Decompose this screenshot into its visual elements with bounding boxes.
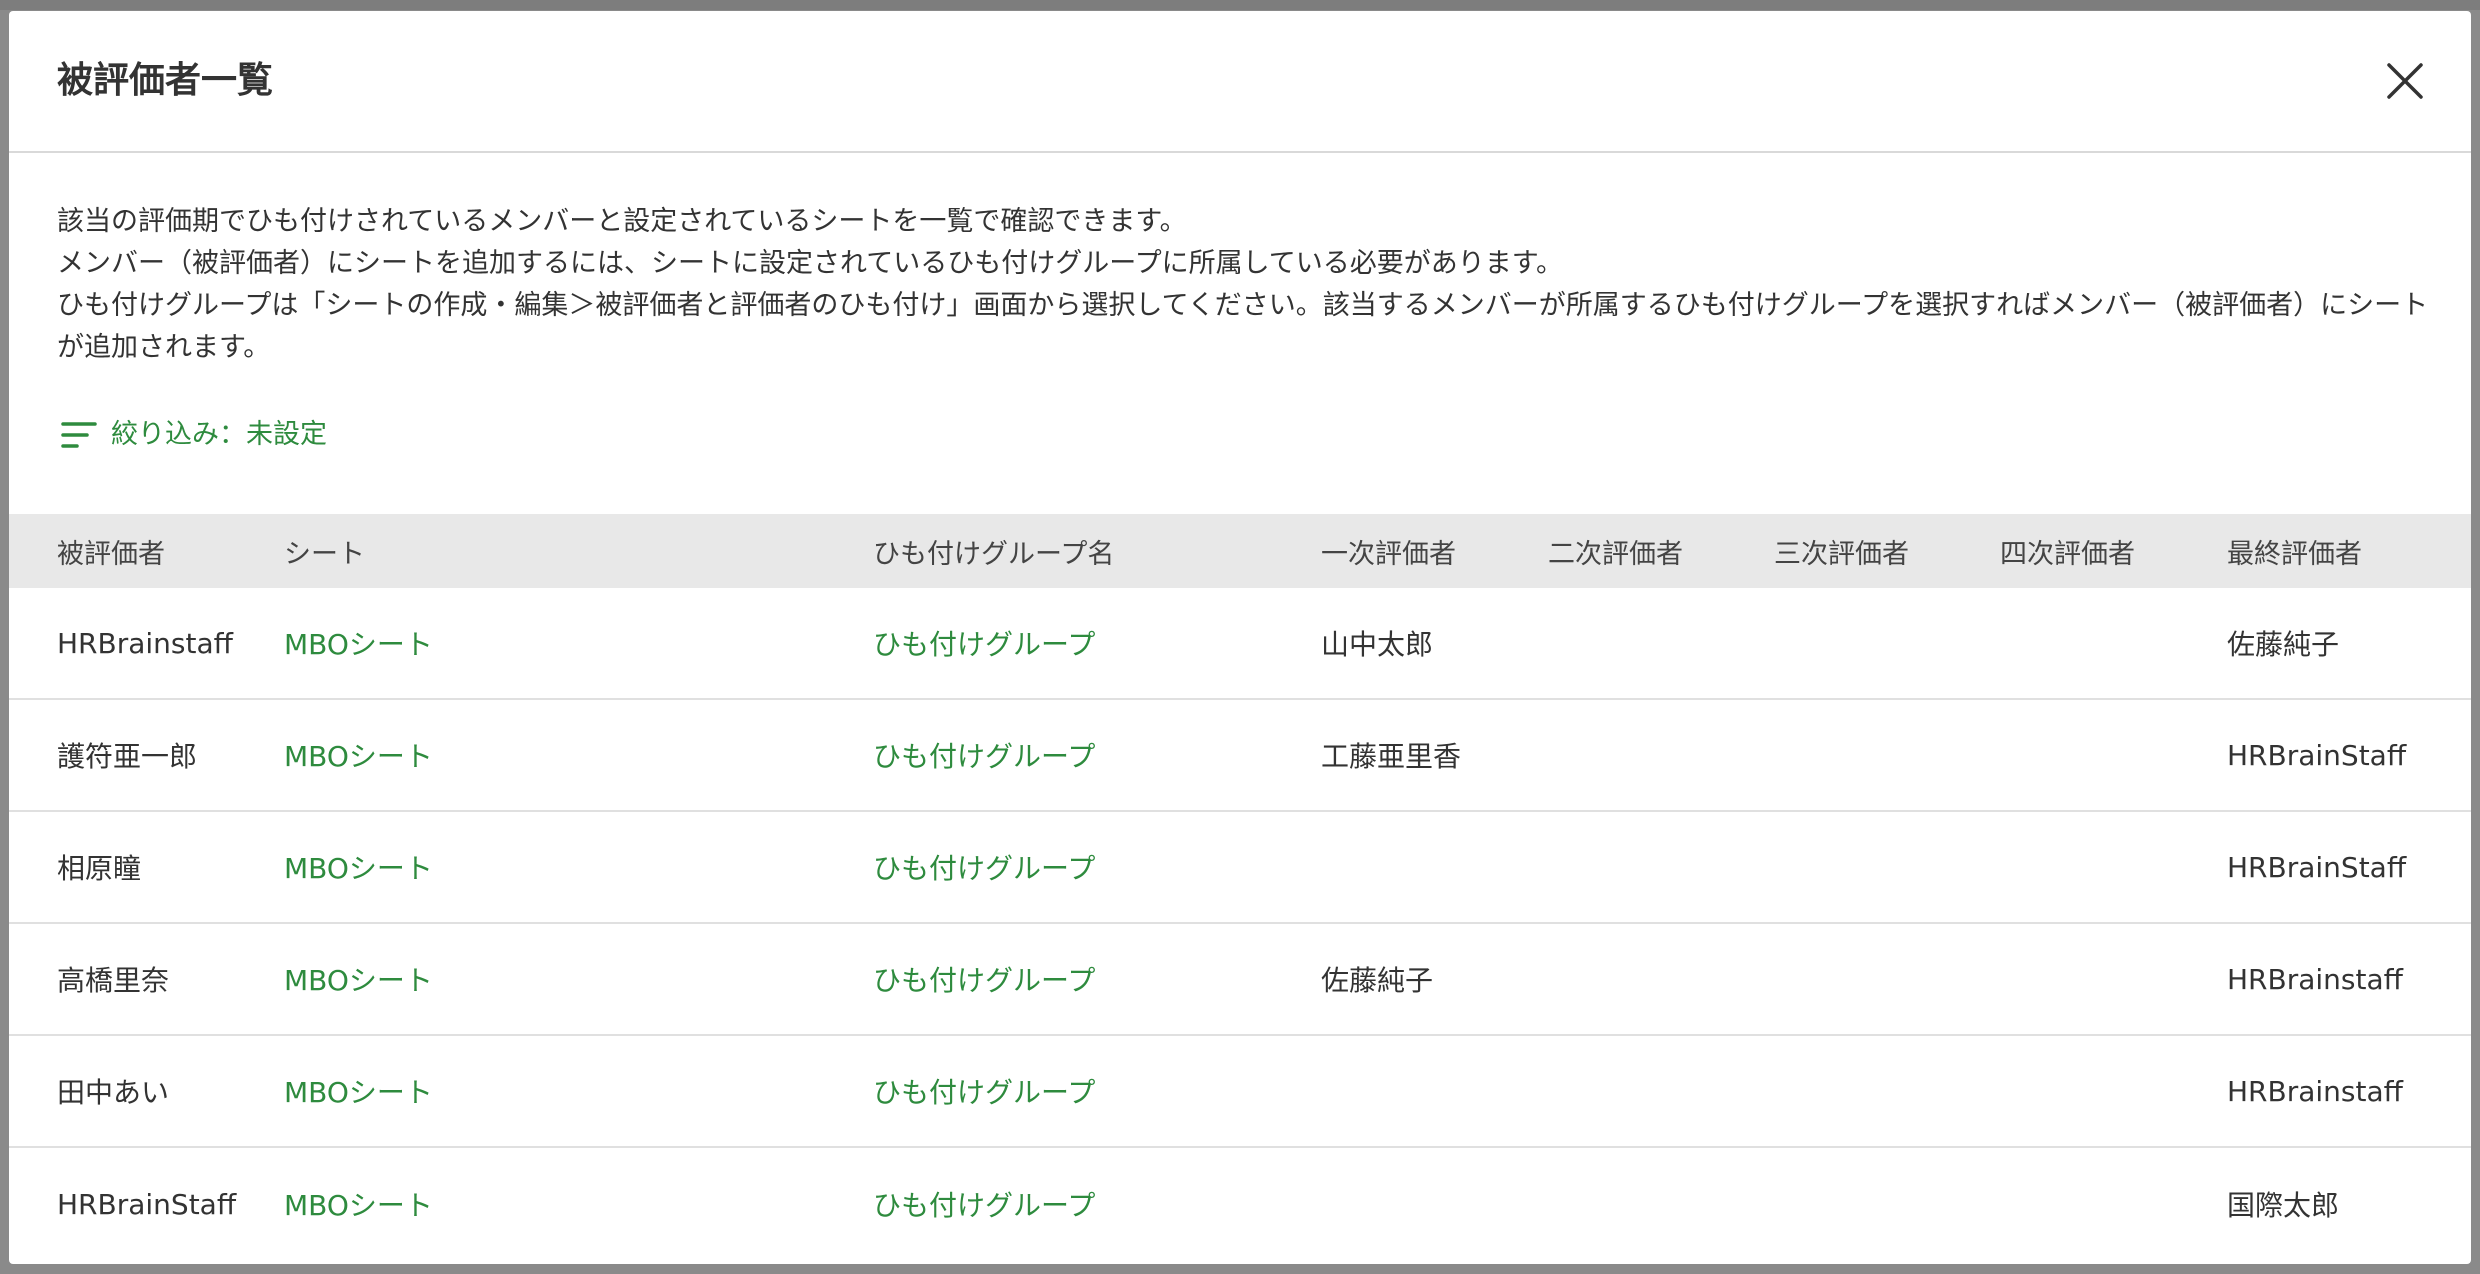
description-line: メンバー（被評価者）にシートを追加するには、シートに設定されているひも付けグルー… bbox=[57, 248, 1564, 279]
description-line: 該当の評価期でひも付けされているメンバーと設定されているシートを一覧で確認できま… bbox=[57, 206, 1187, 237]
cell-final-evaluator: 佐藤純子 bbox=[2227, 628, 2340, 661]
cell-sheet-link[interactable]: MBOシート bbox=[284, 588, 433, 698]
table-row: 護符亜一郎 MBOシート ひも付けグループ 工藤亜里香 HRBrainStaff bbox=[9, 700, 2471, 812]
page-backdrop bbox=[0, 0, 2480, 10]
cell-group-link[interactable]: ひも付けグループ bbox=[873, 1036, 1095, 1146]
modal-title: 被評価者一覧 bbox=[57, 60, 274, 101]
cell-group-link[interactable]: ひも付けグループ bbox=[873, 924, 1095, 1034]
filter-button[interactable]: 絞り込み：未設定 bbox=[59, 415, 327, 455]
modal-header: 被評価者一覧 bbox=[9, 11, 2471, 153]
column-header-final-evaluator: 最終評価者 bbox=[2227, 538, 2362, 570]
cell-ratee: HRBrainstaff bbox=[57, 626, 233, 660]
cell-ratee: 高橋里奈 bbox=[57, 964, 170, 997]
cell-first-evaluator: 佐藤純子 bbox=[1321, 964, 1434, 997]
column-header-group: ひも付けグループ名 bbox=[873, 538, 1115, 570]
column-header-second-evaluator: 二次評価者 bbox=[1548, 538, 1683, 570]
cell-final-evaluator: HRBrainStaff bbox=[2227, 738, 2407, 772]
cell-final-evaluator: HRBrainStaff bbox=[2227, 850, 2407, 884]
cell-first-evaluator: 工藤亜里香 bbox=[1321, 740, 1462, 773]
cell-ratee: 田中あい bbox=[57, 1076, 170, 1109]
cell-group-link[interactable]: ひも付けグループ bbox=[873, 812, 1095, 922]
column-header-sheet: シート bbox=[284, 538, 365, 570]
filter-label: 絞り込み：未設定 bbox=[111, 419, 327, 450]
cell-ratee: 相原瞳 bbox=[57, 852, 142, 885]
ratee-table: 被評価者 シート ひも付けグループ名 一次評価者 二次評価者 三次評価者 四次評… bbox=[9, 514, 2471, 1260]
cell-group-link[interactable]: ひも付けグループ bbox=[873, 700, 1095, 810]
ratee-list-modal: 被評価者一覧 該当の評価期でひも付けされているメンバーと設定されているシートを一… bbox=[9, 11, 2471, 1264]
cell-final-evaluator: HRBrainstaff bbox=[2227, 1074, 2403, 1108]
cell-sheet-link[interactable]: MBOシート bbox=[284, 1148, 433, 1260]
filter-lines-icon bbox=[61, 422, 97, 448]
column-header-ratee: 被評価者 bbox=[57, 538, 165, 570]
cell-sheet-link[interactable]: MBOシート bbox=[284, 812, 433, 922]
table-row: 田中あい MBOシート ひも付けグループ HRBrainstaff bbox=[9, 1036, 2471, 1148]
table-row: 高橋里奈 MBOシート ひも付けグループ 佐藤純子 HRBrainstaff bbox=[9, 924, 2471, 1036]
table-header: 被評価者 シート ひも付けグループ名 一次評価者 二次評価者 三次評価者 四次評… bbox=[9, 514, 2471, 588]
cell-ratee: 護符亜一郎 bbox=[57, 740, 198, 773]
cell-ratee: HRBrainStaff bbox=[57, 1187, 237, 1221]
cell-first-evaluator: 山中太郎 bbox=[1321, 628, 1434, 661]
cell-group-link[interactable]: ひも付けグループ bbox=[873, 1148, 1095, 1260]
column-header-third-evaluator: 三次評価者 bbox=[1774, 538, 1909, 570]
column-header-fourth-evaluator: 四次評価者 bbox=[2000, 538, 2135, 570]
table-row: 相原瞳 MBOシート ひも付けグループ HRBrainStaff bbox=[9, 812, 2471, 924]
table-row: HRBrainStaff MBOシート ひも付けグループ 国際太郎 bbox=[9, 1148, 2471, 1260]
column-header-first-evaluator: 一次評価者 bbox=[1321, 538, 1456, 570]
cell-sheet-link[interactable]: MBOシート bbox=[284, 700, 433, 810]
close-button[interactable] bbox=[2383, 59, 2427, 103]
cell-sheet-link[interactable]: MBOシート bbox=[284, 1036, 433, 1146]
description-line: ひも付けグループは「シートの作成・編集＞被評価者と評価者のひも付け」画面から選択… bbox=[57, 290, 2429, 363]
cell-final-evaluator: HRBrainstaff bbox=[2227, 962, 2403, 996]
close-icon bbox=[2387, 63, 2423, 99]
cell-group-link[interactable]: ひも付けグループ bbox=[873, 588, 1095, 698]
cell-final-evaluator: 国際太郎 bbox=[2227, 1189, 2340, 1222]
table-row: HRBrainstaff MBOシート ひも付けグループ 山中太郎 佐藤純子 bbox=[9, 588, 2471, 700]
modal-description: 該当の評価期でひも付けされているメンバーと設定されているシートを一覧で確認できま… bbox=[57, 201, 2437, 369]
cell-sheet-link[interactable]: MBOシート bbox=[284, 924, 433, 1034]
